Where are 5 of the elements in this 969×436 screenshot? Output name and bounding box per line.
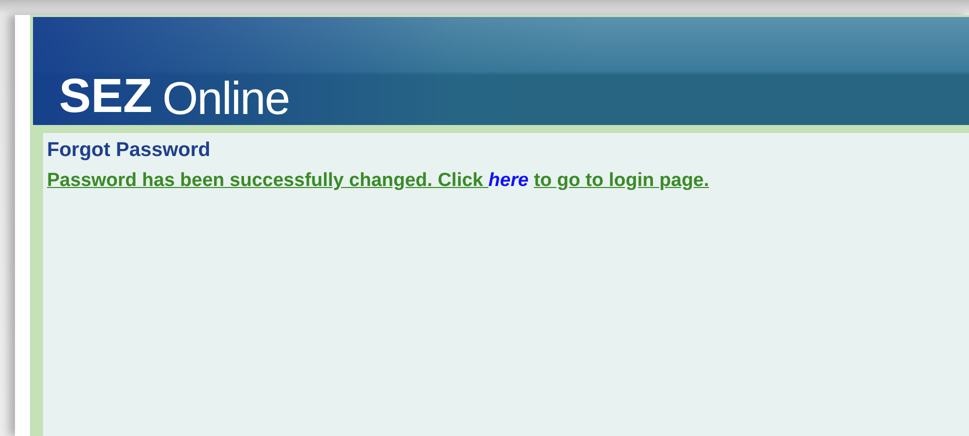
brand-subtitle: Online (162, 75, 290, 121)
login-link[interactable]: here (488, 170, 529, 191)
page-title: Forgot Password (47, 139, 212, 162)
brand-name: SEZ (59, 73, 152, 121)
success-message: Password has been successfully changed. Click here to go to login page. (47, 170, 710, 192)
